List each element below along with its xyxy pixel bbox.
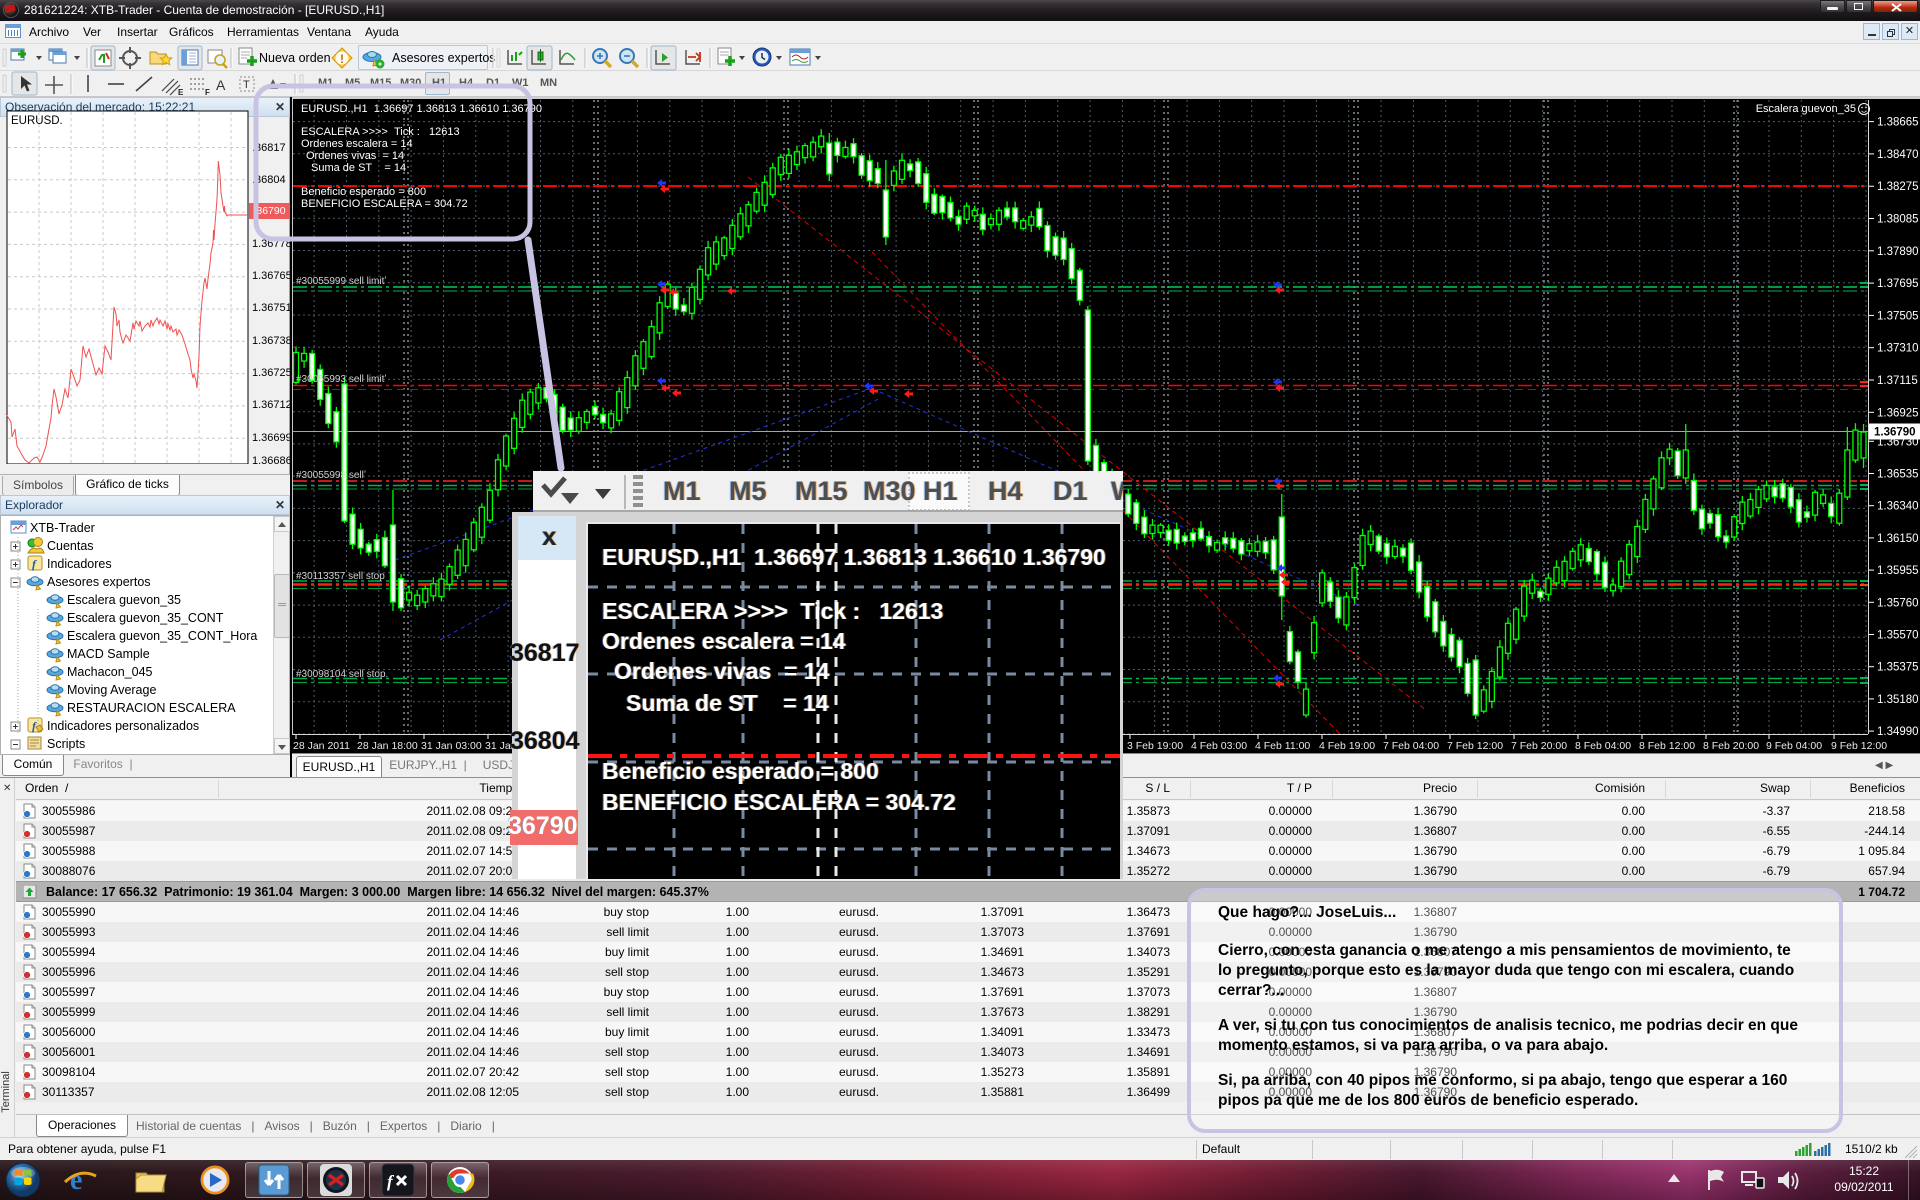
svg-text:31 Jan 03:00: 31 Jan 03:00 (421, 740, 482, 752)
svg-text:#30055993 sell limitʼ: #30055993 sell limitʼ (296, 374, 387, 385)
svg-text:1.36150: 1.36150 (1877, 533, 1919, 545)
svg-text:7 Feb 12:00: 7 Feb 12:00 (1447, 740, 1503, 752)
svg-text:e: e (70, 1165, 82, 1196)
svg-text:8 Feb 20:00: 8 Feb 20:00 (1703, 740, 1759, 752)
svg-text:1.34990: 1.34990 (1877, 726, 1919, 738)
svg-text:8 Feb 04:00: 8 Feb 04:00 (1575, 740, 1631, 752)
svg-text:1.35570: 1.35570 (1877, 630, 1919, 642)
svg-text:MACD Sample: MACD Sample (67, 647, 150, 661)
svg-text:1.36925: 1.36925 (1877, 407, 1919, 419)
svg-text:#30113357 sell stop: #30113357 sell stop (296, 571, 385, 582)
svg-text:BENEFICIO ESCALERA = 304.72: BENEFICIO ESCALERA = 304.72 (301, 198, 468, 210)
svg-text:Escalera guevon_35: Escalera guevon_35 (1756, 103, 1856, 115)
svg-text:4 Feb 03:00: 4 Feb 03:00 (1191, 740, 1247, 752)
svg-text:Ordenes escalera = 14: Ordenes escalera = 14 (301, 138, 413, 150)
svg-text:Scripts: Scripts (47, 737, 85, 751)
svg-text:4 Feb 11:00: 4 Feb 11:00 (1255, 740, 1310, 752)
svg-text:Beneficio esperado = 800: Beneficio esperado = 800 (301, 186, 426, 198)
svg-text:4 Feb 19:00: 4 Feb 19:00 (1319, 740, 1375, 752)
svg-text:#30055998 sellʼ: #30055998 sellʼ (296, 470, 366, 481)
svg-text:Escalera guevon_35: Escalera guevon_35 (67, 593, 181, 607)
svg-text:28 Jan 2011: 28 Jan 2011 (293, 740, 350, 752)
svg-text:Asesores expertos: Asesores expertos (47, 575, 151, 589)
svg-text:EURUSD.,H1 1.36697 1.36813 1.: EURUSD.,H1 1.36697 1.36813 1.36610 1.367… (301, 103, 542, 115)
svg-text:Moving Average: Moving Average (67, 683, 156, 697)
svg-text:1.35955: 1.35955 (1877, 565, 1919, 577)
svg-text:1.38085: 1.38085 (1877, 214, 1919, 226)
svg-text:1.38470: 1.38470 (1877, 149, 1919, 161)
svg-text:Indicadores personalizados: Indicadores personalizados (47, 719, 199, 733)
svg-text:#30098104 sell stop.: #30098104 sell stop. (296, 669, 388, 680)
svg-text:#30055999 sell limitʼ: #30055999 sell limitʼ (296, 276, 387, 287)
svg-text:28 Jan 18:00: 28 Jan 18:00 (357, 740, 418, 752)
svg-text:1.37310: 1.37310 (1877, 343, 1919, 355)
svg-text:1.38665: 1.38665 (1877, 117, 1919, 129)
svg-text:9 Feb 12:00: 9 Feb 12:00 (1831, 740, 1887, 752)
svg-text:1.35375: 1.35375 (1877, 662, 1919, 674)
svg-text:1.36340: 1.36340 (1877, 501, 1919, 513)
svg-text:Escalera guevon_35_CONT_Hora: Escalera guevon_35_CONT_Hora (67, 629, 257, 643)
svg-text:ESCALERA >>>> Tick : 12613: ESCALERA >>>> Tick : 12613 (301, 126, 460, 138)
svg-text:1.37695: 1.37695 (1877, 278, 1919, 290)
svg-text:1.38275: 1.38275 (1877, 181, 1919, 193)
svg-text:8 Feb 12:00: 8 Feb 12:00 (1639, 740, 1695, 752)
svg-text:Indicadores: Indicadores (47, 557, 112, 571)
svg-text:7 Feb 20:00: 7 Feb 20:00 (1511, 740, 1567, 752)
svg-text:1.37890: 1.37890 (1877, 246, 1919, 258)
svg-text:1.35760: 1.35760 (1877, 597, 1919, 609)
svg-text:XTB-Trader: XTB-Trader (30, 521, 95, 535)
svg-text:1.37115: 1.37115 (1877, 375, 1918, 387)
svg-text:RESTAURACION ESCALERA: RESTAURACION ESCALERA (67, 701, 236, 715)
svg-text:EURUSD.: EURUSD. (11, 115, 63, 127)
svg-text:Escalera guevon_35_CONT: Escalera guevon_35_CONT (67, 611, 224, 625)
svg-text:3 Feb 19:00: 3 Feb 19:00 (1127, 740, 1183, 752)
svg-text:Ordenes vivas = 14: Ordenes vivas = 14 (306, 150, 404, 162)
svg-text:1.36535: 1.36535 (1877, 469, 1919, 481)
svg-text:1.36790: 1.36790 (1874, 427, 1916, 439)
svg-text:7 Feb 04:00: 7 Feb 04:00 (1383, 740, 1439, 752)
svg-text:1.35180: 1.35180 (1877, 694, 1919, 706)
svg-text:Machacon_045: Machacon_045 (67, 665, 153, 679)
svg-text:Suma de ST = 14: Suma de ST = 14 (311, 162, 406, 174)
svg-text:Cuentas: Cuentas (47, 539, 94, 553)
svg-text:9 Feb 04:00: 9 Feb 04:00 (1766, 740, 1822, 752)
svg-text:1.37505: 1.37505 (1877, 310, 1919, 322)
